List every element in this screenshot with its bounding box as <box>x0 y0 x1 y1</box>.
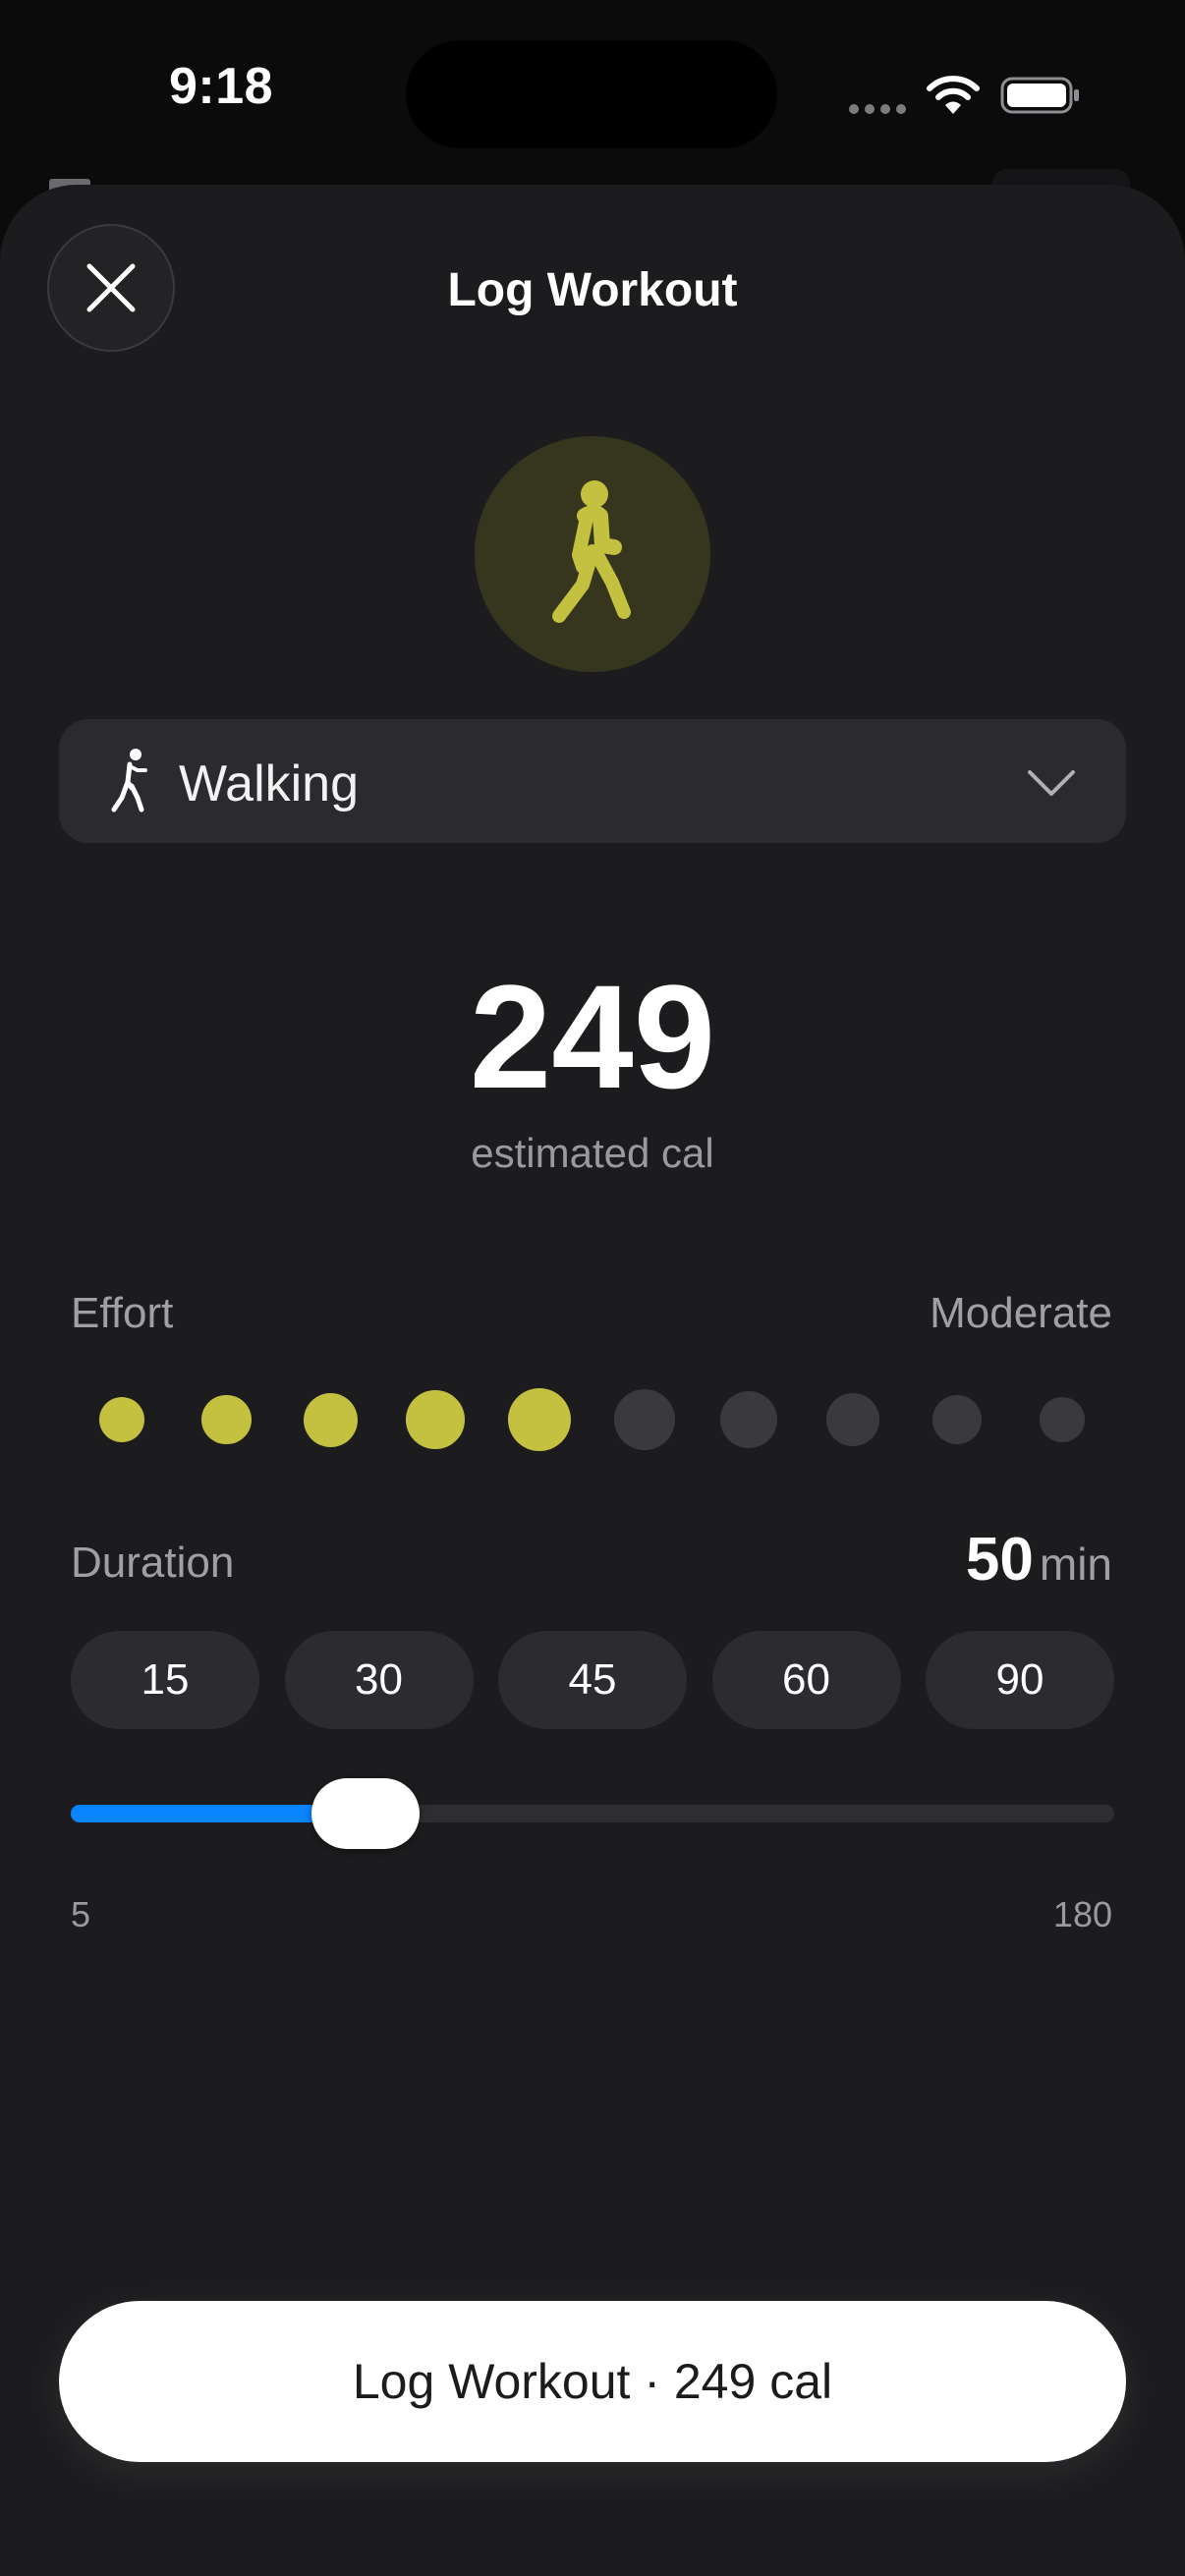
effort-dot[interactable] <box>304 1392 359 1447</box>
xmark-icon <box>86 263 136 312</box>
chevron-down-icon <box>1028 770 1075 796</box>
effort-dot[interactable] <box>201 1394 252 1445</box>
cellular-signal-icon <box>849 104 906 114</box>
duration-value: 50 min <box>966 1525 1112 1595</box>
duration-preset-button[interactable]: 15 <box>71 1631 259 1729</box>
effort-dot[interactable] <box>99 1397 144 1442</box>
dynamic-island <box>406 40 777 148</box>
battery-icon <box>1000 77 1079 114</box>
effort-dot[interactable] <box>613 1389 675 1450</box>
log-workout-button[interactable]: Log Workout · 249 cal <box>59 2301 1126 2462</box>
duration-preset-button[interactable]: 30 <box>284 1631 474 1729</box>
duration-preset-button[interactable]: 90 <box>926 1631 1114 1729</box>
sheet-title: Log Workout <box>447 264 738 316</box>
wifi-icon <box>927 76 980 114</box>
figure-walk-icon <box>111 749 147 812</box>
close-button[interactable] <box>47 224 175 352</box>
status-time: 9:18 <box>168 58 274 115</box>
effort-dot[interactable] <box>932 1395 983 1444</box>
effort-dot[interactable] <box>508 1388 572 1451</box>
effort-dot[interactable] <box>719 1391 777 1448</box>
activity-type-picker[interactable]: Walking <box>59 719 1126 843</box>
estimated-calories-label: estimated cal <box>471 1130 714 1176</box>
duration-slider[interactable] <box>71 1778 1114 1849</box>
duration-number: 50 <box>965 1526 1034 1594</box>
effort-label: Effort <box>71 1289 174 1337</box>
duration-preset-button[interactable]: 60 <box>711 1631 901 1729</box>
duration-unit: min <box>1039 1539 1112 1590</box>
duration-preset-button[interactable]: 45 <box>498 1631 687 1729</box>
effort-dot[interactable] <box>1039 1397 1085 1442</box>
slider-max-label: 180 <box>1052 1894 1112 1934</box>
slider-thumb[interactable] <box>310 1778 420 1849</box>
activity-type-value: Walking <box>179 756 360 812</box>
estimated-calories-value: 249 <box>469 954 716 1119</box>
activity-badge <box>475 436 710 672</box>
duration-label: Duration <box>71 1539 235 1587</box>
figure-walk-icon <box>552 480 631 623</box>
effort-level-label: Moderate <box>930 1289 1112 1337</box>
duration-presets: 15 30 45 60 90 <box>71 1631 1114 1729</box>
effort-dot[interactable] <box>406 1390 465 1449</box>
effort-dot[interactable] <box>826 1393 880 1446</box>
slider-min-label: 5 <box>71 1894 91 1934</box>
effort-selector[interactable] <box>71 1375 1112 1464</box>
